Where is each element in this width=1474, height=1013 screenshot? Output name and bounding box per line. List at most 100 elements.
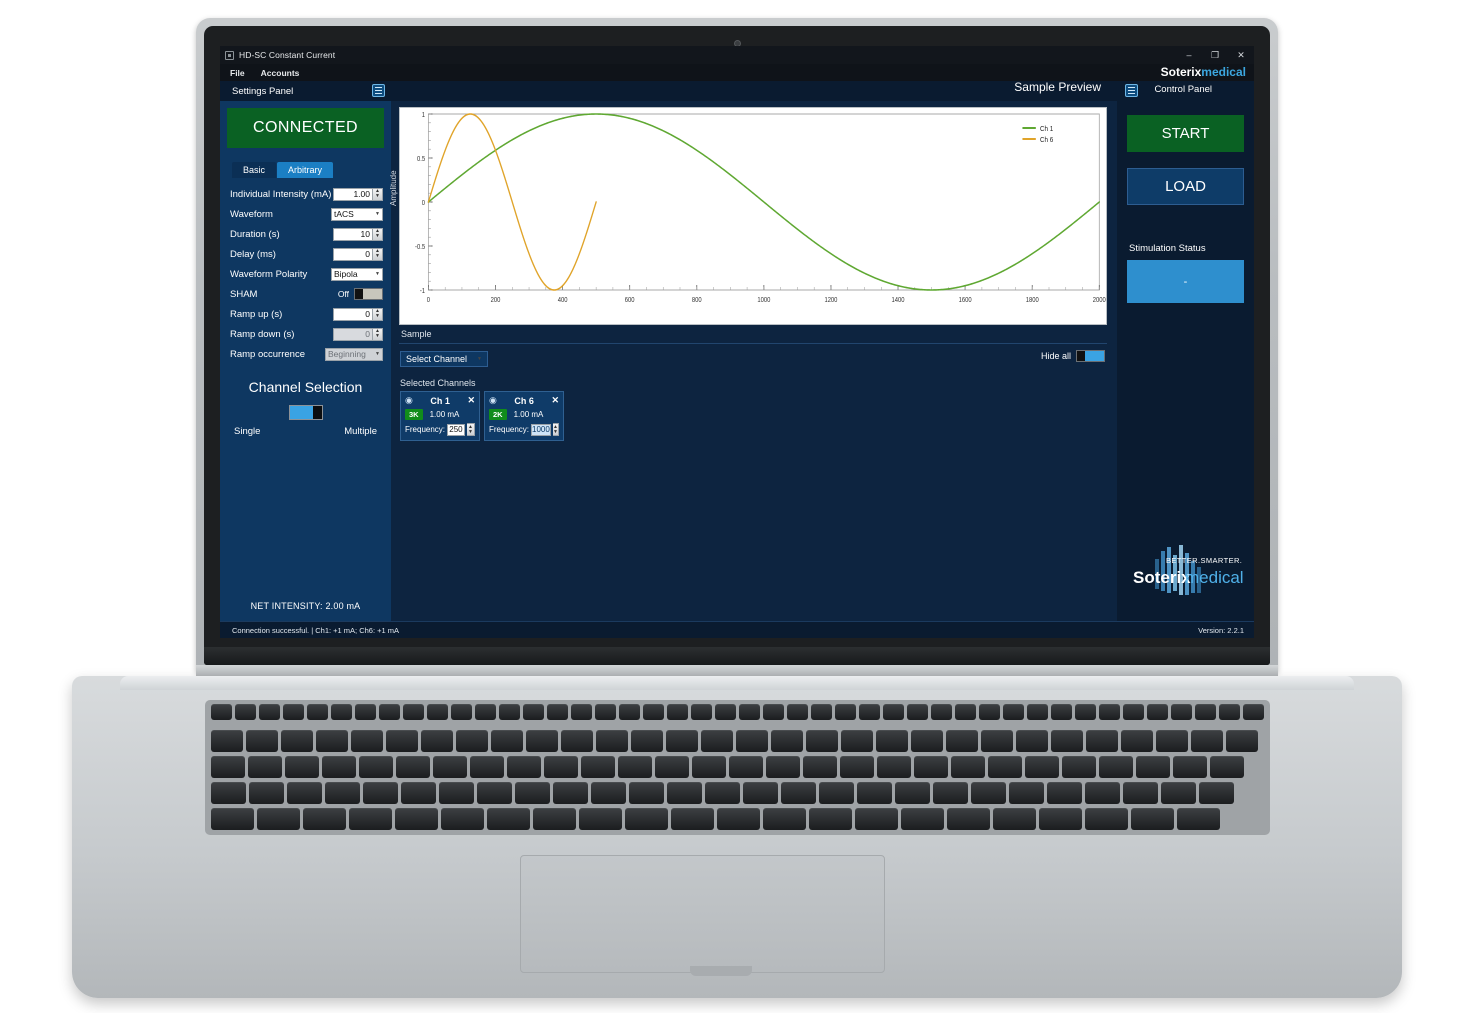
keyboard-key: [403, 704, 424, 720]
individual-intensity-input[interactable]: 1.00: [333, 187, 373, 201]
keyboard-key: [285, 756, 319, 778]
keyboard-key: [951, 756, 985, 778]
hide-all-toggle[interactable]: [1076, 350, 1105, 362]
sham-toggle[interactable]: [354, 288, 383, 300]
keyboard-key: [439, 782, 474, 804]
keyboard-key: [955, 704, 976, 720]
start-button[interactable]: START: [1127, 115, 1244, 152]
tab-arbitrary[interactable]: Arbitrary: [277, 162, 334, 178]
svg-text:1600: 1600: [959, 297, 972, 305]
keyboard-key: [395, 808, 438, 830]
toggle-knob: [312, 406, 322, 419]
menu-item-accounts[interactable]: Accounts: [261, 68, 300, 78]
keyboard-key: [631, 730, 663, 752]
logo-medical-text: medical: [1185, 568, 1244, 587]
select-channel-dropdown[interactable]: Select Channel ▼: [400, 351, 488, 367]
frequency-input[interactable]: 1000: [531, 423, 551, 436]
field-label: Ramp up (s): [230, 308, 283, 320]
ramp-down-input[interactable]: 0: [333, 327, 373, 341]
waveform-polarity-select[interactable]: Bipola ▼: [331, 267, 383, 281]
field-ramp-occurrence: Ramp occurrence Beginning ▼: [230, 344, 383, 364]
channel-mode-toggle[interactable]: [288, 405, 323, 420]
field-label: Individual Intensity (mA): [230, 188, 332, 200]
connection-status-badge: CONNECTED: [227, 108, 384, 148]
control-panel: START LOAD Stimulation Status - BETTER.S…: [1117, 101, 1254, 621]
keyboard-key: [1210, 756, 1244, 778]
keyboard-key: [1009, 782, 1044, 804]
ramp-up-stepper[interactable]: ▲ ▼: [373, 307, 383, 321]
duration-stepper[interactable]: ▲ ▼: [373, 227, 383, 241]
load-button[interactable]: LOAD: [1127, 168, 1244, 205]
channel-frequency-row: Frequency: 1000 ▲ ▼: [489, 423, 559, 436]
close-icon[interactable]: ✕: [467, 395, 475, 406]
section-divider: [399, 343, 1107, 344]
channel-card-header: ◉ Ch 6 ✕: [489, 395, 559, 406]
keyboard-key: [386, 730, 418, 752]
eye-icon[interactable]: ◉: [489, 395, 497, 406]
keyboard-key: [248, 756, 282, 778]
keyboard-key: [491, 730, 523, 752]
control-panel-menu-icon[interactable]: [1125, 84, 1138, 97]
keyboard-key: [1199, 782, 1234, 804]
keyboard-key: [544, 756, 578, 778]
minimize-button[interactable]: –: [1176, 46, 1202, 64]
waveform-value: tACS: [334, 209, 354, 219]
waveform-polarity-value: Bipola: [334, 269, 358, 279]
field-duration: Duration (s) 10 ▲ ▼: [230, 224, 383, 244]
keyboard-key: [643, 704, 664, 720]
keyboard-key: [914, 756, 948, 778]
frequency-input[interactable]: 250: [447, 423, 465, 436]
keyboard-key: [257, 808, 300, 830]
channel-name: Ch 6: [514, 395, 534, 406]
status-bar: Connection successful. | Ch1: +1 mA; Ch6…: [220, 621, 1254, 638]
tab-basic[interactable]: Basic: [232, 162, 277, 178]
keyboard-key: [981, 730, 1013, 752]
keyboard-key: [379, 704, 400, 720]
field-label: Duration (s): [230, 228, 280, 240]
maximize-button[interactable]: ❐: [1202, 46, 1228, 64]
keyboard-key: [456, 730, 488, 752]
individual-intensity-stepper[interactable]: ▲ ▼: [373, 187, 383, 201]
keyboard-key: [349, 808, 392, 830]
keyboard-key: [475, 704, 496, 720]
chart-y-axis-title: Amplitude: [389, 170, 398, 206]
frequency-stepper[interactable]: ▲ ▼: [466, 423, 475, 436]
keyboard-row: [211, 756, 1244, 778]
field-delay: Delay (ms) 0 ▲ ▼: [230, 244, 383, 264]
keyboard-key: [1047, 782, 1082, 804]
waveform-select[interactable]: tACS ▼: [331, 207, 383, 221]
keyboard-key: [1016, 730, 1048, 752]
close-icon[interactable]: ✕: [551, 395, 559, 406]
keyboard-key: [596, 730, 628, 752]
keyboard-key: [667, 704, 688, 720]
keyboard-key: [655, 756, 689, 778]
keyboard-key: [809, 808, 852, 830]
window-title: HD-SC Constant Current: [239, 50, 336, 60]
ramp-up-input[interactable]: 0: [333, 307, 373, 321]
keyboard-key: [692, 756, 726, 778]
field-individual-intensity: Individual Intensity (mA) 1.00 ▲ ▼: [230, 184, 383, 204]
ramp-occurrence-select[interactable]: Beginning ▼: [325, 347, 383, 361]
keyboard-key: [1226, 730, 1258, 752]
keyboard-key: [835, 704, 856, 720]
keyboard-key: [1161, 782, 1196, 804]
duration-input[interactable]: 10: [333, 227, 373, 241]
channel-card-ch1[interactable]: ◉ Ch 1 ✕ 3K 1.00 mA Frequency: 250 ▲ ▼: [400, 391, 480, 441]
channel-mode-multiple-label: Multiple: [344, 426, 377, 437]
channel-card-ch6[interactable]: ◉ Ch 6 ✕ 2K 1.00 mA Frequency: 1000 ▲ ▼: [484, 391, 564, 441]
keyboard-key: [729, 756, 763, 778]
frequency-stepper[interactable]: ▲ ▼: [552, 423, 559, 436]
menu-item-file[interactable]: File: [230, 68, 245, 78]
keyboard-key: [666, 730, 698, 752]
keyboard-key: [283, 704, 304, 720]
delay-stepper[interactable]: ▲ ▼: [373, 247, 383, 261]
stimulation-status-label: Stimulation Status: [1129, 243, 1206, 254]
close-button[interactable]: ✕: [1228, 46, 1254, 64]
keyboard-key: [1062, 756, 1096, 778]
eye-icon[interactable]: ◉: [405, 395, 413, 406]
settings-panel-menu-icon[interactable]: [372, 84, 385, 97]
delay-input[interactable]: 0: [333, 247, 373, 261]
keyboard-key: [947, 808, 990, 830]
ramp-down-stepper[interactable]: ▲ ▼: [373, 327, 383, 341]
keyboard-key: [1173, 756, 1207, 778]
